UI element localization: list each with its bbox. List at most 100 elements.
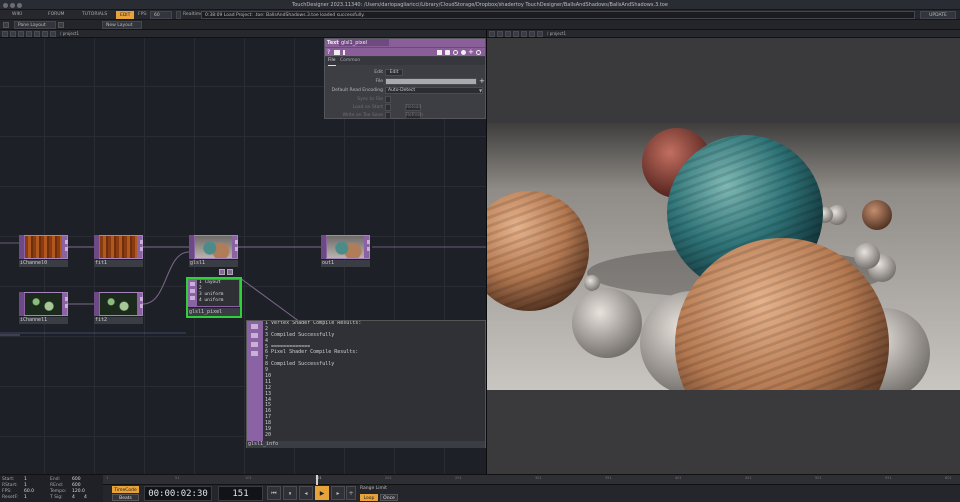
param-row-file: File + (325, 77, 485, 86)
timeline-ruler[interactable]: 1 51 101 151 201 251 301 351 401 451 501… (103, 475, 960, 485)
end-value[interactable]: 600 (72, 477, 81, 482)
start-value[interactable]: 1 (24, 477, 27, 482)
loop-toggle[interactable]: Loop (360, 494, 378, 501)
once-toggle[interactable]: Once (380, 494, 398, 501)
window-title: TouchDesigner 2023.11340: /Users/dariopa… (292, 2, 668, 8)
viewer-path-bar: / project1 (487, 30, 960, 38)
touchdesigner-window: TouchDesigner 2023.11340: /Users/dariopa… (0, 0, 960, 502)
plus-icon[interactable]: + (468, 48, 474, 57)
viewer-close-icon[interactable] (513, 31, 519, 37)
viewer-forward-icon[interactable] (537, 31, 543, 37)
home-network-icon[interactable] (34, 31, 40, 37)
rstart-value[interactable]: 1 (24, 483, 27, 488)
step-back-icon[interactable]: ◂ (299, 486, 313, 500)
viewer-pane-menu-icon[interactable] (489, 31, 495, 37)
record-plus-icon[interactable]: + (346, 486, 356, 500)
pane-grid-icon[interactable] (18, 31, 24, 37)
chevron-down-icon[interactable]: ▼ (479, 87, 482, 95)
reset-value[interactable]: 1 (24, 495, 27, 500)
ruler-tick: 601 (945, 476, 952, 480)
viewer-grid-icon[interactable] (505, 31, 511, 37)
tab-file[interactable]: File (328, 57, 336, 66)
info-node-side (247, 321, 263, 441)
step-forward-icon[interactable]: ▸ (331, 486, 345, 500)
pixel-shader-preview: 1 layout 2 3 uniform 4 uniform (197, 280, 239, 306)
glsl1-docked-toggle-icon-2[interactable] (227, 269, 233, 275)
node-label[interactable]: fit2 (94, 317, 143, 324)
help-icon[interactable]: ? (327, 49, 330, 56)
node-label[interactable]: fit1 (94, 260, 143, 267)
node-label[interactable]: glsl1_pixel (188, 308, 240, 316)
viewer-home-icon[interactable] (521, 31, 527, 37)
param-header: Text glsl1_pixel (325, 39, 485, 47)
node-label[interactable]: iChannel1 (19, 317, 68, 324)
file-browse-plus-icon[interactable]: + (479, 77, 485, 85)
fps-value[interactable]: 60.0 (24, 489, 34, 494)
forum-link[interactable]: FORUM (48, 10, 64, 20)
info-icon[interactable] (461, 50, 466, 55)
viewer-back-icon[interactable] (529, 31, 535, 37)
rend-value[interactable]: 600 (72, 483, 81, 488)
refresh-button[interactable]: Refresh (405, 112, 423, 119)
edit-mode-button[interactable]: EDIT (116, 11, 135, 19)
home-icon[interactable] (3, 22, 9, 28)
tempo-value[interactable]: 120.0 (72, 489, 85, 494)
render-viewer-pane[interactable] (487, 38, 960, 474)
node-thumbnail (25, 293, 62, 315)
update-button[interactable]: UPDATE (920, 11, 956, 19)
forward-arrow-icon[interactable] (50, 31, 56, 37)
rewind-icon[interactable]: ⏮ (267, 486, 281, 500)
param-row-edit: Edit Edit (325, 69, 485, 77)
play-icon[interactable]: ▶ (315, 486, 329, 500)
playhead[interactable] (316, 475, 318, 485)
new-layout-button[interactable]: New Layout (102, 21, 142, 29)
encoding-dropdown[interactable]: Auto-Detect (385, 87, 483, 94)
pane-menu-icon[interactable] (2, 31, 8, 37)
timecode-toggle[interactable]: TimeCode (112, 486, 139, 493)
settings-icon[interactable] (476, 50, 481, 55)
beats-toggle[interactable]: Beats (112, 494, 139, 501)
timecode-display[interactable]: 00:00:02:30 (144, 486, 212, 501)
network-path[interactable]: / project1 (60, 30, 79, 38)
pane-close-icon[interactable] (26, 31, 32, 37)
reload-button[interactable]: Reload (405, 104, 421, 111)
glsl1-docked-toggle-icon[interactable] (219, 269, 225, 275)
param-label: File (375, 79, 383, 84)
tsig-denominator[interactable]: 4 (84, 495, 87, 500)
pause-icon[interactable]: ⏸ (283, 486, 297, 500)
realtime-checkbox[interactable] (176, 11, 181, 19)
node-label[interactable]: glsl1_info (247, 441, 485, 448)
op-type-icon[interactable] (334, 50, 340, 55)
pane-split-icon[interactable] (10, 31, 16, 37)
link-icon[interactable] (445, 50, 450, 55)
edit-button[interactable]: Edit (385, 69, 403, 76)
compile-results-text[interactable]: 1 Vertex Shader Compile Results: 2 3 Compi… (263, 321, 485, 441)
write-on-save-toggle[interactable] (385, 112, 391, 119)
node-label[interactable]: glsl1 (189, 260, 238, 267)
tab-common[interactable]: Common (340, 57, 360, 65)
layout-bar: Pane Layout New Layout (0, 20, 960, 30)
node-glsl1-pixel[interactable]: 1 layout 2 3 uniform 4 uniform glsl1_pix… (186, 277, 242, 318)
operator-name-field[interactable]: glsl1_pixel (339, 39, 389, 46)
dat-edit-icon (251, 333, 258, 338)
viewer-split-icon[interactable] (497, 31, 503, 37)
dat-icon (251, 324, 258, 329)
back-arrow-icon[interactable] (42, 31, 48, 37)
file-field[interactable] (385, 78, 477, 85)
wiki-link[interactable]: WIKI (12, 10, 22, 20)
node-label[interactable]: out1 (321, 260, 370, 267)
pencil-icon[interactable] (437, 50, 442, 55)
load-on-start-toggle[interactable] (385, 104, 391, 111)
param-label: Load on Start (352, 105, 383, 110)
viewer-path[interactable]: / project1 (547, 30, 566, 38)
refresh-icon[interactable] (453, 50, 458, 55)
dat-view-icon (251, 342, 258, 347)
tutorials-link[interactable]: TUTORIALS (82, 10, 107, 20)
tsig-numerator[interactable]: 4 (72, 495, 75, 500)
pane-layout-button[interactable]: Pane Layout (14, 21, 56, 29)
node-glsl1-info[interactable]: 1 Vertex Shader Compile Results: 2 3 Compi… (246, 320, 486, 448)
layout-arrow-icon[interactable] (58, 22, 64, 28)
sync-toggle[interactable] (385, 96, 391, 103)
node-label[interactable]: iChannel0 (19, 260, 68, 267)
frame-display[interactable]: 151 (218, 486, 263, 501)
